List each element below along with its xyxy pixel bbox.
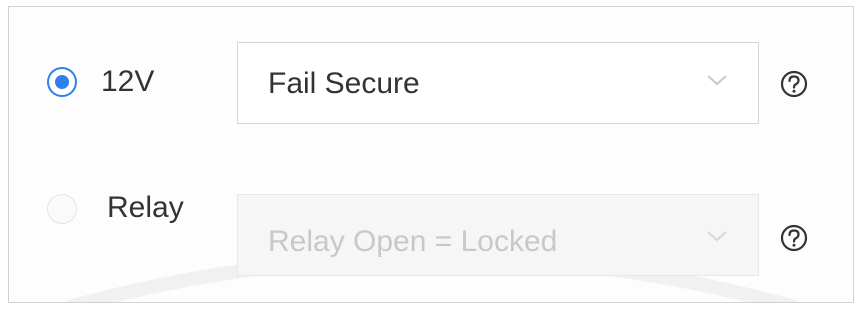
radio-12v[interactable] — [47, 67, 77, 97]
question-circle-icon[interactable] — [779, 223, 809, 253]
select-12v-mode[interactable]: Fail Secure — [237, 42, 759, 124]
chevron-down-icon — [707, 231, 727, 242]
select-value: Relay Open = Locked — [268, 225, 558, 258]
lock-type-panel: 12V Fail Secure Relay Relay Open = Locke… — [8, 6, 854, 303]
option-label-relay: Relay — [107, 191, 184, 224]
select-value: Fail Secure — [268, 67, 420, 100]
chevron-down-icon — [707, 75, 727, 86]
radio-relay[interactable] — [47, 194, 77, 224]
select-relay-mode[interactable]: Relay Open = Locked — [237, 194, 759, 276]
question-circle-icon[interactable] — [779, 69, 809, 99]
option-label-12v: 12V — [101, 65, 155, 98]
